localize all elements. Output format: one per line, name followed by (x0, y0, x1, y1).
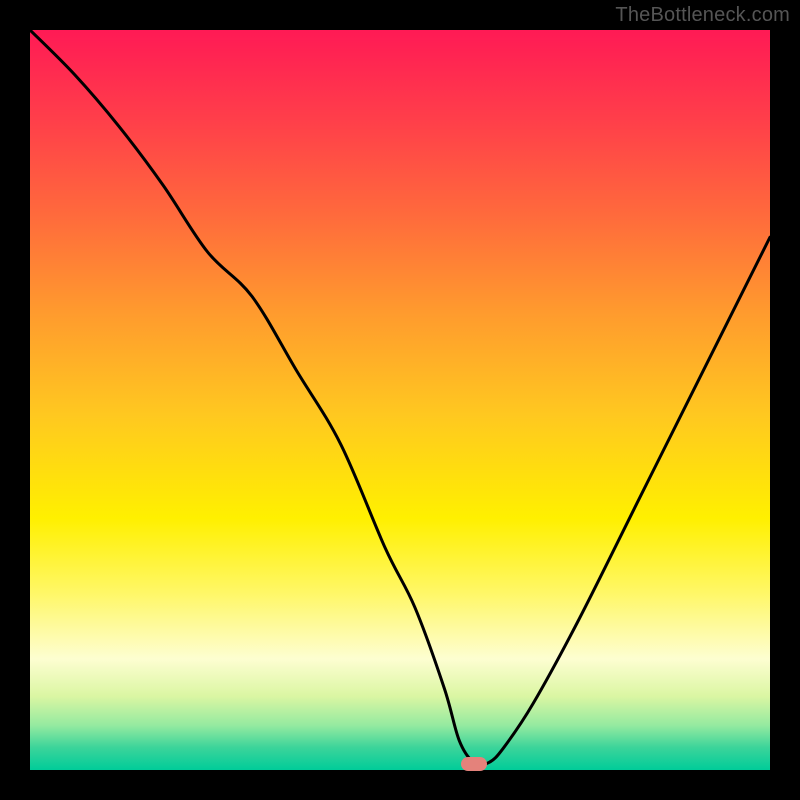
bottleneck-curve (30, 30, 770, 770)
watermark-text: TheBottleneck.com (615, 4, 790, 27)
chart-frame: TheBottleneck.com (0, 0, 800, 800)
valley-marker (461, 757, 487, 771)
plot-area (30, 30, 770, 770)
